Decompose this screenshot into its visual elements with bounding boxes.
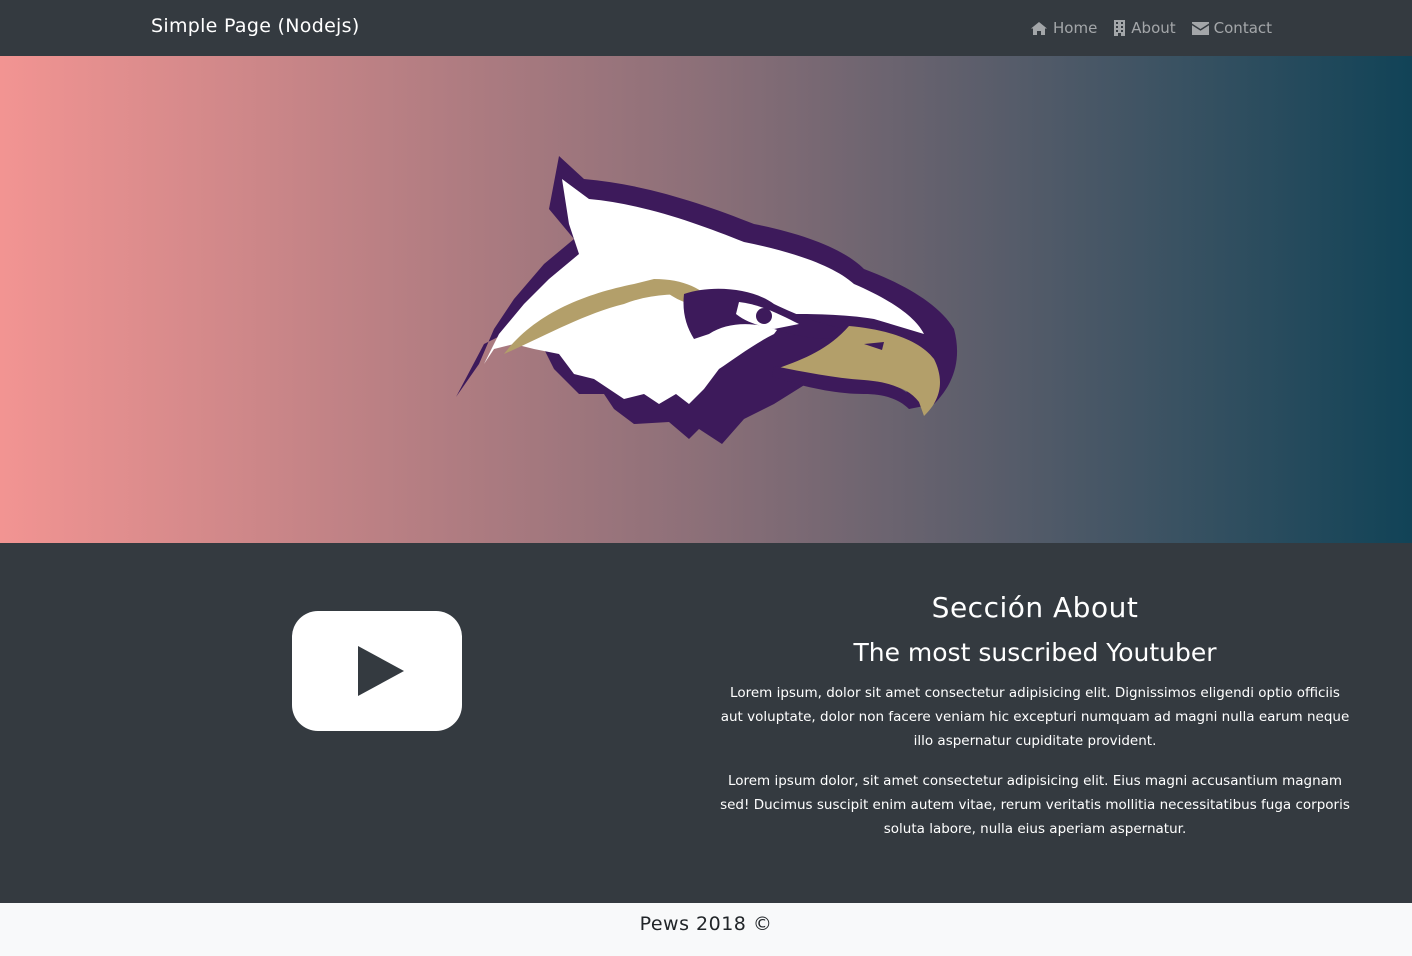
- footer-text: Pews 2018 ©: [639, 913, 773, 935]
- about-paragraph: Lorem ipsum, dolor sit amet consectetur …: [720, 685, 1350, 749]
- nav-link-label: Contact: [1213, 19, 1273, 37]
- nav-link-about[interactable]: About: [1113, 19, 1176, 37]
- nav-link-label: About: [1131, 19, 1176, 37]
- nav-link-home[interactable]: Home: [1030, 19, 1097, 37]
- home-icon: [1031, 21, 1047, 35]
- envelope-icon: [1191, 21, 1209, 35]
- nav-link-contact[interactable]: Contact: [1191, 19, 1273, 37]
- brand-link[interactable]: Simple Page (Nodejs): [151, 15, 360, 37]
- hero-banner: [0, 56, 1412, 543]
- building-icon: [1114, 20, 1126, 36]
- eagle-logo: [456, 156, 958, 444]
- about-section: Sección About The most suscribed Youtube…: [0, 543, 1412, 903]
- about-title: Sección About: [931, 591, 1139, 624]
- about-paragraph: Lorem ipsum dolor, sit amet consectetur …: [720, 773, 1350, 837]
- footer: Pews 2018 ©: [0, 903, 1412, 956]
- about-text: Sección About The most suscribed Youtube…: [718, 591, 1352, 857]
- nav-links: Home About Contact: [1030, 0, 1288, 56]
- navbar: Simple Page (Nodejs) Home About Contact: [0, 0, 1412, 56]
- about-subtitle: The most suscribed Youtuber: [853, 638, 1217, 667]
- nav-link-label: Home: [1053, 19, 1098, 37]
- youtube-icon: [292, 611, 462, 731]
